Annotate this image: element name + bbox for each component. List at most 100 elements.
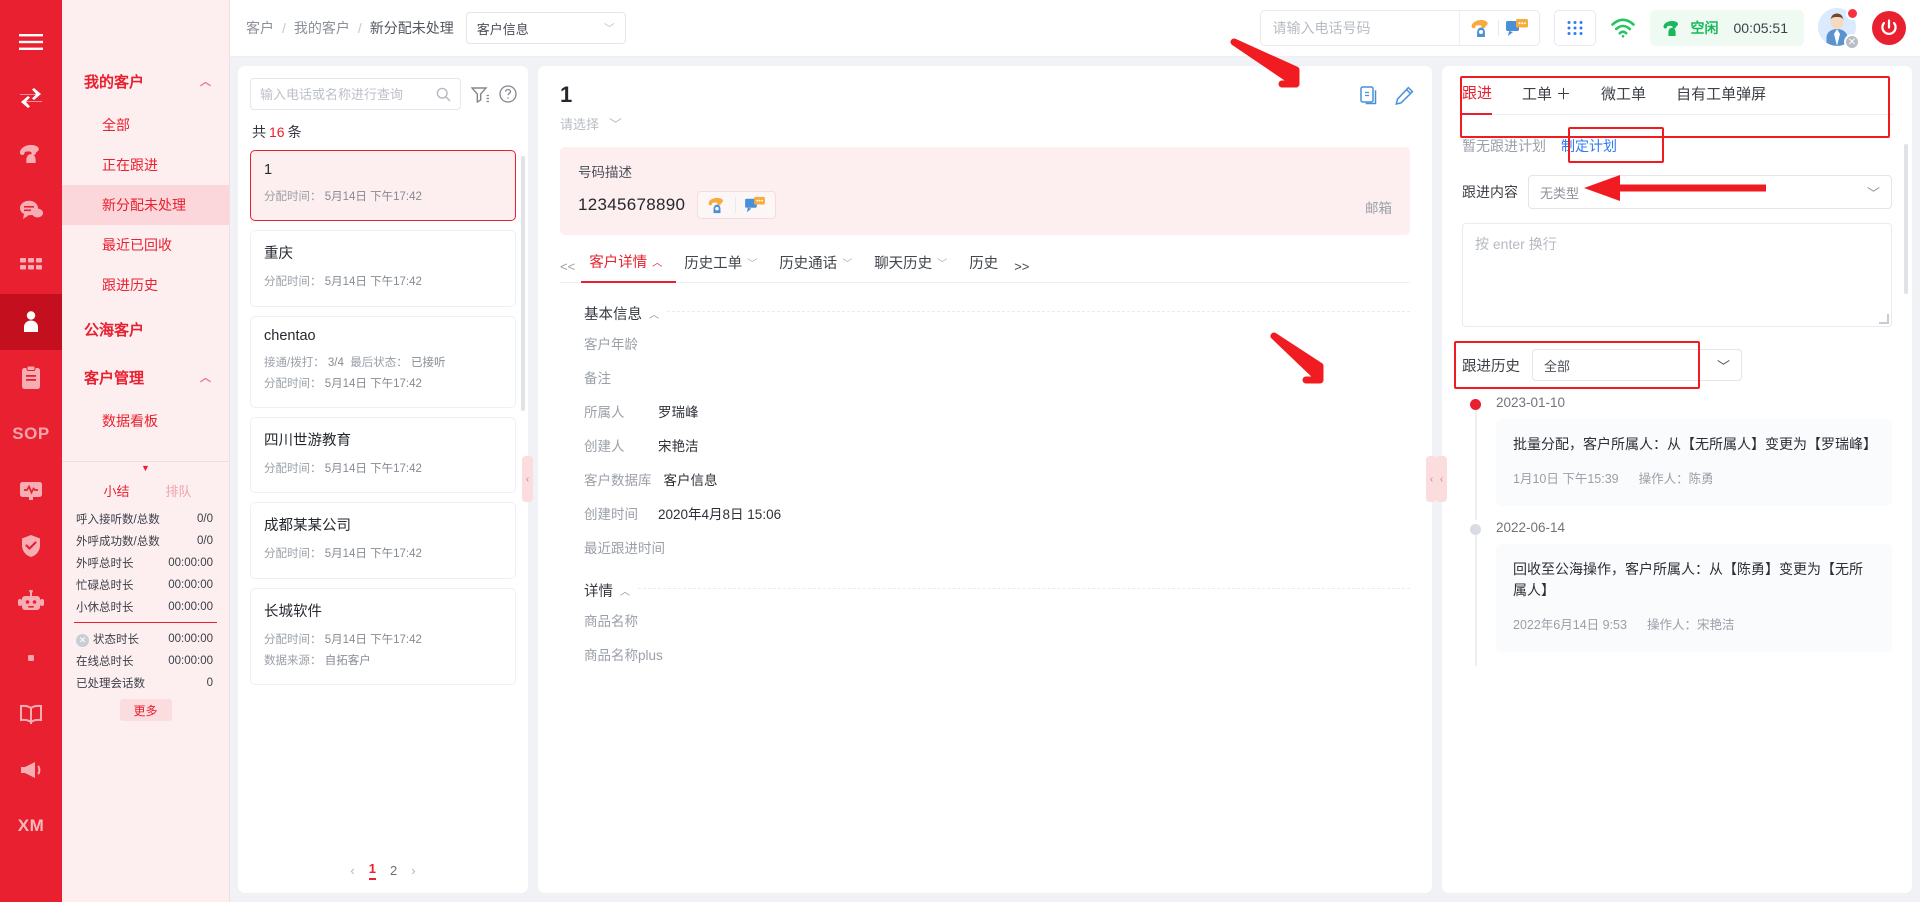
phone-input[interactable]	[1260, 11, 1459, 45]
detail-select-placeholder: 请选择	[560, 117, 600, 132]
field-label: 客户数据库	[584, 473, 652, 488]
follow-scrollbar[interactable]	[1904, 144, 1908, 294]
list-item[interactable]: 重庆 分配时间： 5月14日 下午17:42	[250, 230, 516, 307]
sop-icon[interactable]: SOP	[0, 406, 62, 462]
search-icon[interactable]	[436, 87, 451, 102]
section-header-details[interactable]: 详情 ︿	[584, 580, 630, 601]
filter-icon[interactable]	[471, 86, 489, 103]
list-item-meta: 接通/拨打： 3/4 最后状态： 已接听 分配时间： 5月14日 下午17:42	[264, 353, 502, 396]
edit-icon[interactable]	[1395, 86, 1414, 105]
dot-icon[interactable]	[0, 630, 62, 686]
list-item[interactable]: 四川世游教育 分配时间： 5月14日 下午17:42	[250, 417, 516, 494]
tab-follow-up[interactable]: 跟进	[1462, 82, 1493, 115]
clipboard-icon[interactable]	[0, 350, 62, 406]
shield-check-icon[interactable]	[0, 518, 62, 574]
stat-value: 00:00:00	[168, 633, 213, 645]
stat-value: 00:00:00	[168, 557, 213, 569]
divider	[1497, 20, 1499, 36]
call-icon[interactable]	[707, 197, 727, 214]
agent-status-pill[interactable]: 空闲 00:05:51	[1649, 10, 1804, 46]
transfer-arrows-icon[interactable]	[0, 70, 62, 126]
follow-collapse-handle[interactable]: ‹	[1436, 456, 1447, 502]
avatar[interactable]: ✕	[1818, 7, 1860, 50]
tab-work-order[interactable]: 工单 ＋	[1522, 83, 1571, 114]
sidebar-group-customer-management[interactable]: 客户管理 ︿	[62, 353, 229, 401]
dialpad-button[interactable]	[1553, 10, 1596, 46]
phone-icon[interactable]	[0, 126, 62, 182]
sidebar-item-label: 新分配未处理	[102, 197, 186, 213]
list-collapse-handle[interactable]: ‹	[522, 456, 533, 502]
count-prefix: 共	[252, 124, 266, 140]
list-item-title: 重庆	[264, 246, 293, 263]
page-prev-button[interactable]: ‹	[350, 863, 354, 878]
follow-history-filter-value: 全部	[1544, 358, 1571, 374]
section-header-basic-info[interactable]: 基本信息 ︿	[584, 303, 659, 324]
list-item[interactable]: 长城软件 分配时间： 5月14日 下午17:42 数据来源： 自拓客户	[250, 587, 516, 686]
tab-own-work-order-popup[interactable]: 自有工单弹屏	[1676, 83, 1766, 114]
sidebar-group-public-sea[interactable]: 公海客户	[62, 305, 229, 353]
tab-history-more[interactable]: 历史	[961, 252, 1012, 282]
stats-tab-queue[interactable]: 排队	[166, 481, 192, 500]
follow-textarea[interactable]: 按 enter 换行	[1462, 223, 1892, 327]
hamburger-icon[interactable]	[0, 14, 62, 70]
tab-history-tickets[interactable]: 历史工单 ﹀	[676, 252, 771, 282]
search-input[interactable]	[260, 86, 436, 102]
tab-customer-detail[interactable]: 客户详情 ︿	[581, 251, 677, 283]
sidebar-item-data-board[interactable]: 数据看板	[62, 401, 229, 441]
wifi-icon[interactable]	[1610, 18, 1636, 38]
plus-icon: ＋	[1556, 85, 1572, 103]
make-plan-link[interactable]: 制定计划	[1554, 133, 1624, 159]
breadcrumb-item-0[interactable]: 客户	[246, 18, 274, 38]
breadcrumb-item-1[interactable]: 我的客户	[294, 18, 350, 38]
message-icon[interactable]	[1505, 18, 1529, 38]
follow-history-label: 跟进历史	[1462, 358, 1520, 375]
sidebar-item-recently-recycled[interactable]: 最近已回收	[62, 225, 229, 265]
tab-label: 微工单	[1601, 85, 1647, 103]
tab-micro-work-order[interactable]: 微工单	[1601, 83, 1646, 114]
xm-icon[interactable]: XM	[0, 798, 62, 854]
sidebar-item-new-unprocessed[interactable]: 新分配未处理	[62, 185, 229, 225]
follow-history-filter[interactable]: 全部 ﹀	[1532, 349, 1742, 381]
grid-icon[interactable]	[0, 238, 62, 294]
sidebar-item-follow-history[interactable]: 跟进历史	[62, 265, 229, 305]
page-button-2[interactable]: 2	[390, 863, 397, 878]
phone-green-icon	[1663, 20, 1678, 36]
tabs-scroll-right[interactable]: >>	[1014, 259, 1029, 274]
list-item[interactable]: 1 分配时间： 5月14日 下午17:42	[250, 150, 516, 222]
list-item[interactable]: 成都某某公司 分配时间： 5月14日 下午17:42	[250, 502, 516, 579]
power-button[interactable]	[1872, 11, 1906, 45]
page-next-button[interactable]: ›	[411, 863, 415, 878]
database-select[interactable]: 客户信息 ﹀	[465, 12, 626, 44]
stats-tab-summary[interactable]: 小结	[103, 481, 129, 500]
megaphone-icon[interactable]	[0, 742, 62, 798]
help-icon[interactable]	[499, 85, 517, 103]
customer-list-scroll[interactable]: 1 分配时间： 5月14日 下午17:42 重庆 分配时间： 5月14日 下午1…	[238, 150, 528, 847]
copy-icon[interactable]	[1360, 86, 1379, 105]
sidebar-item-cut-off[interactable]	[62, 441, 229, 463]
tab-chat-history[interactable]: 聊天历史 ﹀	[866, 252, 961, 282]
book-icon[interactable]	[0, 686, 62, 742]
list-scrollbar[interactable]	[521, 156, 525, 411]
main-area: 客户 / 我的客户 / 新分配未处理 客户信息 ﹀ 请输入电话号码 空闲 00:…	[230, 0, 1920, 902]
page-button-1[interactable]: 1	[368, 861, 376, 880]
sidebar-group-my-customers[interactable]: 我的客户 ︿	[62, 57, 229, 105]
message-icon[interactable]	[744, 196, 766, 214]
more-button[interactable]: 更多	[119, 699, 172, 721]
follow-type-select[interactable]: 无类型 ﹀	[1528, 175, 1892, 209]
tabs-scroll-left[interactable]: <<	[560, 259, 575, 274]
tab-history-calls[interactable]: 历史通话 ﹀	[771, 252, 866, 282]
call-icon[interactable]	[1470, 19, 1492, 38]
sidebar-item-following[interactable]: 正在跟进	[62, 145, 229, 185]
detail-select[interactable]: 请选择 ﹀	[538, 108, 1432, 133]
monitor-icon[interactable]	[0, 462, 62, 518]
user-icon[interactable]	[0, 294, 62, 350]
sidebar-item-all[interactable]: 全部	[62, 105, 229, 145]
resize-grip-icon[interactable]	[1879, 314, 1889, 324]
sidebar-top-spacer	[62, 0, 229, 57]
robot-icon[interactable]	[0, 574, 62, 630]
list-item[interactable]: chentao 接通/拨打： 3/4 最后状态： 已接听 分配时间： 5月14日…	[250, 315, 516, 409]
field-value: 客户信息	[663, 473, 718, 488]
timeline-time: 2022年6月14日 9:53	[1513, 618, 1627, 633]
chat-bubble-icon[interactable]	[0, 182, 62, 238]
follow-content-label: 跟进内容	[1462, 184, 1518, 200]
